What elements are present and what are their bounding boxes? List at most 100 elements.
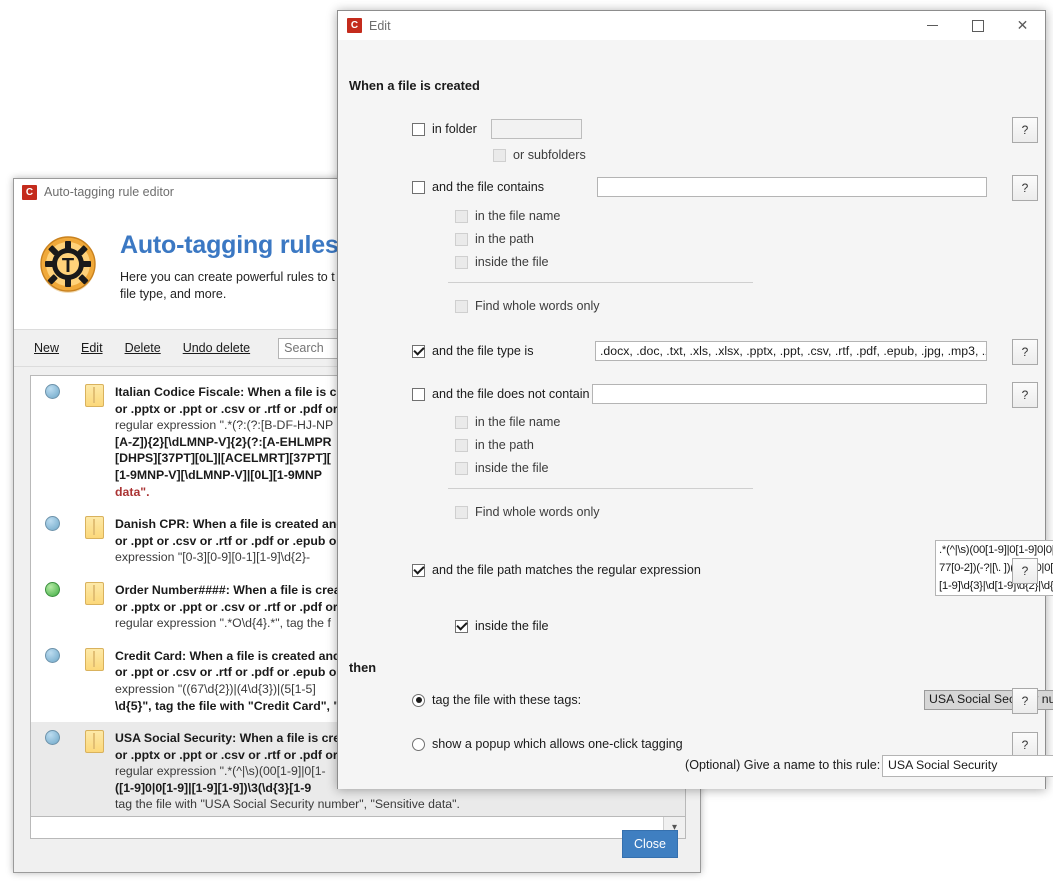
or-subfolders-label: or subfolders (513, 148, 586, 162)
show-popup-action-row[interactable]: show a popup which allows one-click tagg… (412, 737, 683, 751)
new-rule-link[interactable]: New (34, 341, 59, 355)
help-button-tag-file[interactable]: ? (1012, 688, 1038, 714)
file-contains-input[interactable] (597, 177, 987, 197)
file-not-contains-row[interactable]: and the file does not contain (412, 387, 590, 401)
file-not-contains-input[interactable] (592, 384, 987, 404)
rule-line: regular expression ".*(^|\s)(00[1-9]|0[1… (115, 764, 326, 778)
rule-line: or .pptx or .ppt or .csv or .rtf or .pdf… (115, 748, 338, 762)
rules-filter-combo[interactable]: ▾ (30, 817, 686, 839)
close-button[interactable]: Close (622, 830, 678, 858)
rule-line: or .ppt or .csv or .rtf or .pdf or .epub… (115, 534, 336, 548)
not-contains-whole-words-label: Find whole words only (475, 505, 600, 519)
show-popup-radio[interactable] (412, 738, 425, 751)
rule-line: expression "[0-3][0-9][0-1][1-9]\d{2}- (115, 550, 310, 564)
rule-icon-cell (73, 648, 115, 671)
or-subfolders-checkbox[interactable] (493, 149, 506, 162)
screen-root: C Auto-tagging rule editor (0, 0, 1053, 889)
folder-icon (85, 384, 104, 407)
rule-line: [DHPS][37PT][0L]|[ACELMRT][37PT][ (115, 451, 331, 465)
folder-icon (85, 648, 104, 671)
edit-rule-dialog[interactable]: C Edit ✕ When a file is created in folde… (337, 10, 1046, 789)
rule-line: \d{5}", tag the file with "Credit Card",… (115, 699, 347, 713)
page-description: Here you can create powerful rules to t … (120, 269, 339, 303)
contains-whole-words-label: Find whole words only (475, 299, 600, 313)
rule-line: or .pptx or .ppt or .csv or .rtf or .pdf… (115, 402, 338, 416)
in-folder-checkbox[interactable] (412, 123, 425, 136)
rule-line: [A-Z]){2}[\dLMNP-V]{2}(?:[A-EHLMPR (115, 435, 332, 449)
not-contains-whole-words-row[interactable]: Find whole words only (455, 505, 600, 519)
rule-status-cell (31, 384, 73, 399)
help-button-file-type[interactable]: ? (1012, 339, 1038, 365)
contains-in-the-path-row[interactable]: in the path (455, 232, 534, 246)
edit-dialog-title: Edit (369, 19, 391, 33)
contains-whole-words-row[interactable]: Find whole words only (455, 299, 600, 313)
status-dot-icon (45, 384, 60, 399)
not-contains-in-file-name-checkbox[interactable] (455, 416, 468, 429)
contains-inside-the-file-row[interactable]: inside the file (455, 255, 549, 269)
background-header-text: Auto-tagging rules Here you can create p… (120, 223, 339, 303)
find-more-regex-link[interactable]: Find more regular expressions (935, 598, 1053, 612)
regex-match-row[interactable]: and the file path matches the regular ex… (412, 563, 701, 577)
not-contains-in-the-path-checkbox[interactable] (455, 439, 468, 452)
divider (448, 282, 753, 283)
edit-dialog-body: When a file is created in folder ? or su… (338, 40, 1045, 789)
tag-file-radio[interactable] (412, 694, 425, 707)
help-button-regex[interactable]: ? (1012, 558, 1038, 584)
tag-file-action-row[interactable]: tag the file with these tags: (412, 693, 581, 707)
rule-line: regular expression ".*(?:(?:[B-DF-HJ-NP (115, 418, 333, 432)
rule-name-0: Italian Codice Fiscale: When a file is c… (115, 385, 355, 399)
contains-inside-the-file-checkbox[interactable] (455, 256, 468, 269)
not-contains-inside-the-file-row[interactable]: inside the file (455, 461, 549, 475)
delete-rule-link[interactable]: Delete (125, 341, 161, 355)
not-contains-whole-words-checkbox[interactable] (455, 506, 468, 519)
edit-rule-link[interactable]: Edit (81, 341, 103, 355)
status-dot-icon (45, 516, 60, 531)
help-button-file-contains[interactable]: ? (1012, 175, 1038, 201)
file-contains-row[interactable]: and the file contains (412, 180, 544, 194)
regex-inside-the-file-row[interactable]: inside the file (455, 619, 549, 633)
rule-name-input[interactable]: USA Social Security (882, 755, 1053, 777)
rule-line: regular expression ".*O\d{4}.*", tag the… (115, 616, 331, 630)
file-type-input[interactable]: .docx, .doc, .txt, .xls, .xlsx, .pptx, .… (595, 341, 987, 361)
rule-icon-cell (73, 516, 115, 539)
not-contains-inside-the-file-checkbox[interactable] (455, 462, 468, 475)
file-type-row[interactable]: and the file type is (412, 344, 534, 358)
help-button-in-folder[interactable]: ? (1012, 117, 1038, 143)
help-button-file-not-contains[interactable]: ? (1012, 382, 1038, 408)
maximize-icon[interactable] (955, 11, 1000, 40)
minimize-icon[interactable] (910, 11, 955, 40)
not-contains-in-the-path-row[interactable]: in the path (455, 438, 534, 452)
regex-inside-the-file-checkbox[interactable] (455, 620, 468, 633)
regex-match-checkbox[interactable] (412, 564, 425, 577)
file-contains-checkbox[interactable] (412, 181, 425, 194)
undo-delete-link[interactable]: Undo delete (183, 341, 250, 355)
tag-file-label: tag the file with these tags: (432, 693, 581, 707)
or-subfolders-row[interactable]: or subfolders (493, 148, 586, 162)
file-not-contains-checkbox[interactable] (412, 388, 425, 401)
folder-icon (85, 582, 104, 605)
contains-in-the-path-checkbox[interactable] (455, 233, 468, 246)
show-popup-label: show a popup which allows one-click tagg… (432, 737, 683, 751)
rule-name-label: (Optional) Give a name to this rule: (685, 758, 880, 772)
rule-name-2: Order Number####: When a file is creat (115, 583, 345, 597)
rule-icon-cell (73, 730, 115, 753)
page-description-line1: Here you can create powerful rules to t (120, 270, 335, 284)
rule-name-1: Danish CPR: When a file is created and (115, 517, 344, 531)
contains-in-file-name-checkbox[interactable] (455, 210, 468, 223)
contains-in-file-name-row[interactable]: in the file name (455, 209, 560, 223)
rule-line: [1-9MNP-V][\dLMNP-V]|[0L][1-9MNP (115, 468, 322, 482)
not-contains-in-the-path-label: in the path (475, 438, 534, 452)
svg-text:T: T (62, 255, 74, 277)
in-folder-row[interactable]: in folder (412, 122, 477, 136)
rule-icon-cell (73, 582, 115, 605)
contains-in-the-path-label: in the path (475, 232, 534, 246)
contains-whole-words-checkbox[interactable] (455, 300, 468, 313)
window-controls: ✕ (910, 11, 1045, 40)
in-folder-input[interactable] (491, 119, 582, 139)
regex-inside-the-file-label: inside the file (475, 619, 549, 633)
close-icon[interactable]: ✕ (1000, 11, 1045, 40)
file-type-checkbox[interactable] (412, 345, 425, 358)
when-section-heading: When a file is created (349, 78, 480, 93)
not-contains-in-file-name-row[interactable]: in the file name (455, 415, 560, 429)
divider (448, 488, 753, 489)
